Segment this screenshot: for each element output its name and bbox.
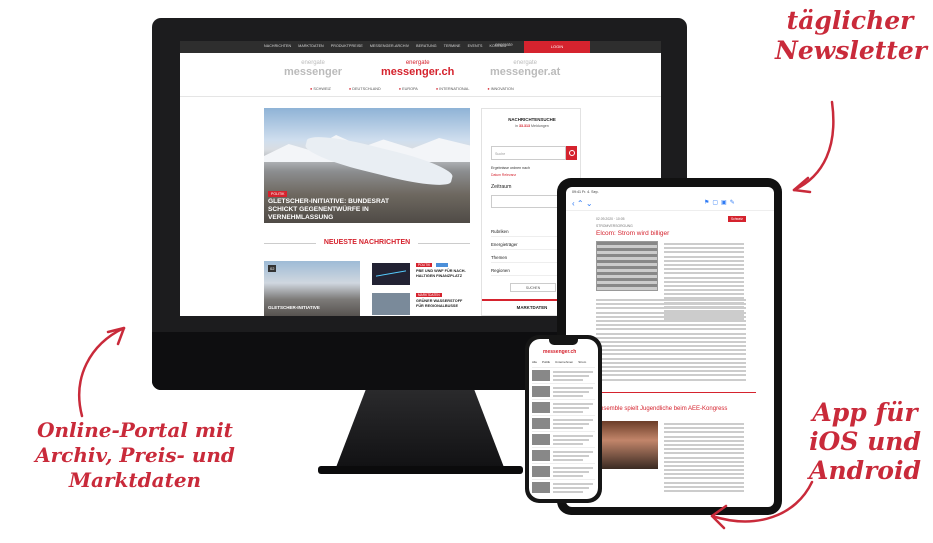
article-image-meters bbox=[596, 241, 658, 291]
region-europa[interactable]: EUROPA bbox=[399, 87, 418, 91]
ipad-toolbar: ‹ ⌃ ⌄ ⚑▢▣✎ bbox=[566, 197, 774, 211]
nav-item-marktdaten[interactable]: MARKTDATEN bbox=[298, 44, 324, 48]
arrow-portal-icon bbox=[78, 326, 126, 418]
list-item[interactable] bbox=[532, 463, 595, 478]
back-icon[interactable]: ‹ ⌃ ⌄ bbox=[572, 199, 593, 209]
article-divider bbox=[596, 392, 756, 393]
news-thumb-chart[interactable] bbox=[372, 263, 410, 285]
zeitraum-label: Zeitraum bbox=[491, 184, 512, 190]
sort-label: Ergebnisse ordnen nach bbox=[491, 166, 530, 170]
iphone-app: messenger.ch Alle Politik Unternehmen St… bbox=[529, 339, 598, 499]
arrow-newsletter-icon bbox=[792, 100, 835, 194]
news-thumb-bus[interactable] bbox=[372, 293, 410, 315]
list-item[interactable] bbox=[532, 447, 595, 462]
list-item[interactable] bbox=[532, 415, 595, 430]
article-title-2[interactable]: Ensemble spielt Jugendliche beim AEE-Kon… bbox=[596, 406, 727, 412]
portal-logos: energate messenger energate messenger.ch… bbox=[180, 57, 661, 83]
divider bbox=[180, 96, 661, 97]
article-image-stage bbox=[596, 421, 658, 469]
list-item[interactable] bbox=[532, 431, 595, 446]
tab-unternehmen[interactable]: Unternehmen bbox=[555, 360, 573, 364]
date-from-field[interactable] bbox=[491, 195, 566, 208]
energate-brand: energate bbox=[495, 42, 513, 47]
list-item[interactable] bbox=[532, 367, 595, 382]
iphone-tabs: Alle Politik Unternehmen Strom bbox=[532, 360, 586, 364]
region-schweiz[interactable]: SCHWEIZ bbox=[310, 87, 331, 91]
article-tag: Schweiz bbox=[728, 216, 746, 222]
hero-article[interactable]: POLITIK GLETSCHER-INITIATIVE: BUNDESRAT … bbox=[264, 108, 470, 223]
iphone-notch bbox=[549, 339, 578, 345]
article-body bbox=[596, 299, 746, 383]
search-title: NACHRICHTENSUCHE bbox=[508, 117, 556, 122]
search-input[interactable]: Suche bbox=[491, 146, 566, 160]
nav-item-nachrichten[interactable]: NACHRICHTEN bbox=[264, 44, 291, 48]
top-navigation-bar: NACHRICHTEN MARKTDATEN PRODUKTPREISE MES… bbox=[180, 41, 661, 53]
annotation-app: App für iOS und Android bbox=[809, 398, 921, 485]
tab-politik[interactable]: Politik bbox=[542, 360, 550, 364]
login-button[interactable]: LOGIN bbox=[524, 41, 590, 53]
search-count: in 33.313 Meldungen bbox=[515, 124, 549, 128]
logo-messenger-at[interactable]: energate messenger.at bbox=[490, 59, 560, 78]
sort-options[interactable]: Datum Relevanz bbox=[491, 173, 516, 177]
ipad-status-bar: 09:41 Fr. 4. Sep. bbox=[572, 190, 599, 194]
nav-item-events[interactable]: EVENTS bbox=[468, 44, 483, 48]
article-category: STROMVERSORGUNG bbox=[596, 224, 633, 228]
annotation-portal: Online-Portal mit Archiv, Preis- und Mar… bbox=[35, 418, 235, 492]
imac-stand bbox=[335, 390, 505, 470]
arrow-app-icon bbox=[710, 480, 814, 530]
logo-messenger-ch[interactable]: energate messenger.ch bbox=[381, 59, 454, 78]
neueste-heading: NEUESTE NACHRICHTEN bbox=[264, 239, 470, 246]
toolbar-icons[interactable]: ⚑▢▣✎ bbox=[704, 199, 738, 206]
region-innovation[interactable]: INNOVATION bbox=[487, 87, 514, 91]
search-icon[interactable] bbox=[566, 146, 577, 160]
article-date: 02.09.2020 · 10:05 bbox=[596, 217, 625, 221]
thumb-date: 02 bbox=[268, 265, 277, 272]
nav-item-produktpreise[interactable]: PRODUKTPREISE bbox=[331, 44, 363, 48]
news-tag: MARKTDATEN bbox=[416, 293, 442, 297]
tab-strom[interactable]: Strom bbox=[578, 360, 586, 364]
article-title[interactable]: Elcom: Strom wird billiger bbox=[596, 230, 669, 237]
news-tag: POLITIK bbox=[416, 263, 433, 267]
news-title[interactable]: PBE UND WWF FÜR NACH-HALTIGEN FINANZPLAT… bbox=[416, 269, 470, 279]
top-nav: NACHRICHTEN MARKTDATEN PRODUKTPREISE MES… bbox=[264, 44, 507, 48]
tab-alle[interactable]: Alle bbox=[532, 360, 537, 364]
imac-base bbox=[318, 466, 523, 474]
region-international[interactable]: INTERNATIONAL bbox=[436, 87, 469, 91]
search-button[interactable]: SUCHEN bbox=[510, 283, 556, 292]
nav-item-beratung[interactable]: BERATUNG bbox=[416, 44, 437, 48]
nav-item-archiv[interactable]: MESSENGER-ARCHIV bbox=[370, 44, 409, 48]
hero-tag: POLITIK bbox=[268, 191, 288, 197]
thumb-title: GLETSCHER-INITIATIVE bbox=[268, 305, 320, 310]
nav-item-termine[interactable]: TERMINE bbox=[444, 44, 461, 48]
region-deutschland[interactable]: DEUTSCHLAND bbox=[349, 87, 380, 91]
news-thumb-glacier[interactable]: 02 GLETSCHER-INITIATIVE bbox=[264, 261, 360, 316]
list-item[interactable] bbox=[532, 479, 595, 494]
hero-title[interactable]: GLETSCHER-INITIATIVE: BUNDESRAT SCHICKT … bbox=[268, 198, 418, 222]
annotation-newsletter: täglicher Newsletter bbox=[775, 6, 927, 65]
list-item[interactable] bbox=[532, 383, 595, 398]
list-item[interactable] bbox=[532, 399, 595, 414]
news-title[interactable]: GRÜNER WASSERSTOFF FÜR REGIONALBUSSE bbox=[416, 299, 470, 309]
iphone-logo: messenger.ch bbox=[543, 349, 577, 355]
logo-messenger-de[interactable]: energate messenger bbox=[284, 59, 342, 78]
news-tag-blue bbox=[436, 263, 448, 267]
region-nav: SCHWEIZ DEUTSCHLAND EUROPA INTERNATIONAL… bbox=[310, 87, 514, 91]
